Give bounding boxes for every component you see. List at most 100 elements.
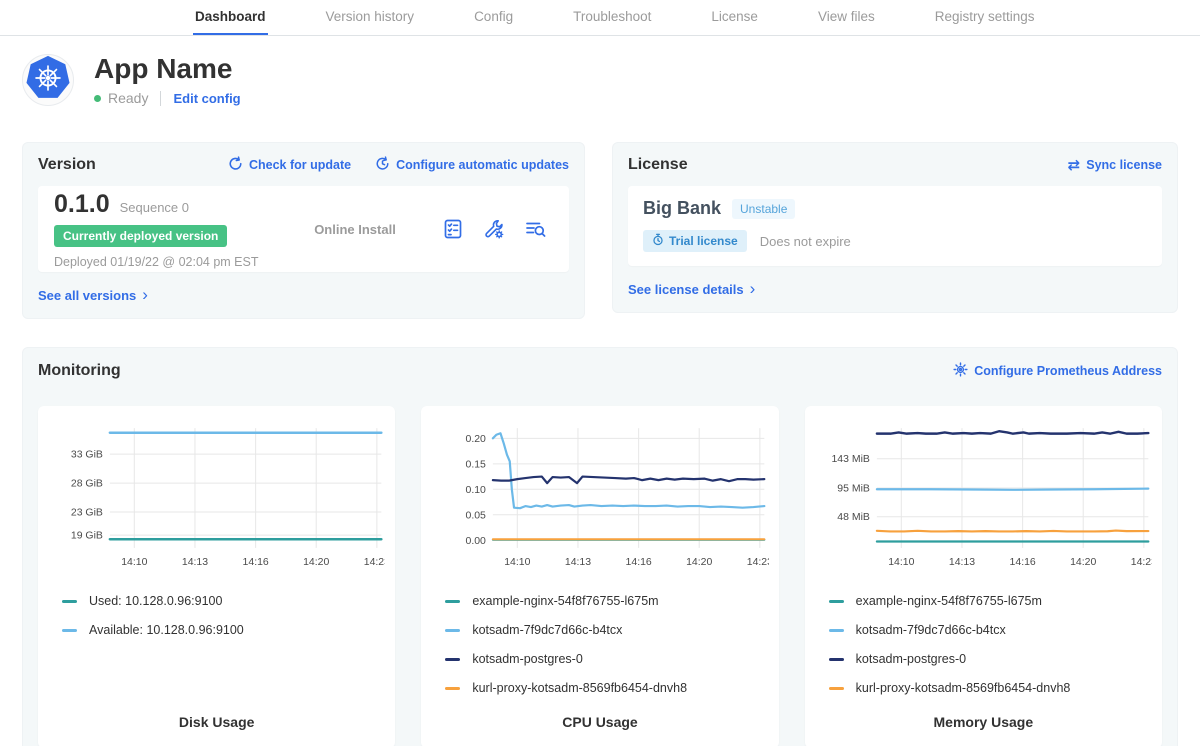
svg-text:14:10: 14:10 <box>888 557 914 568</box>
app-logo <box>22 54 74 106</box>
svg-text:23 GiB: 23 GiB <box>71 508 103 519</box>
svg-text:0.00: 0.00 <box>466 536 487 547</box>
kubernetes-icon <box>25 54 71 107</box>
divider <box>160 91 161 106</box>
svg-text:0.10: 0.10 <box>466 485 487 496</box>
gear-icon <box>953 362 968 380</box>
preflight-checks-icon[interactable] <box>441 217 465 241</box>
legend-item: Used: 10.128.0.96:9100 <box>62 594 385 608</box>
tab-view-files[interactable]: View files <box>816 0 877 35</box>
app-header: App Name Ready Edit config <box>0 36 1200 106</box>
legend-color-swatch <box>829 629 844 632</box>
sync-license-link[interactable]: ⇄ Sync license <box>1068 158 1162 173</box>
legend-item: kurl-proxy-kotsadm-8569fb6454-dnvh8 <box>829 681 1152 695</box>
tab-config[interactable]: Config <box>472 0 515 35</box>
legend-item: kotsadm-postgres-0 <box>829 652 1152 666</box>
legend-color-swatch <box>829 658 844 661</box>
disk-usage-card: 14:10 14:13 14:16 14:20 14:23 33 GiB 28 GiB 23 … <box>38 406 395 746</box>
svg-text:14:20: 14:20 <box>1070 557 1096 568</box>
svg-text:14:16: 14:16 <box>626 557 652 568</box>
cpu-usage-card: 14:1014:1314:1614:2014:230.200.150.100.0… <box>421 406 778 746</box>
svg-text:0.15: 0.15 <box>466 460 487 471</box>
chart-title: Memory Usage <box>815 714 1152 736</box>
clock-rotate-icon <box>375 156 390 174</box>
chart-title: Disk Usage <box>48 714 385 736</box>
disk-usage-legend: Used: 10.128.0.96:9100 Available: 10.128… <box>48 594 385 637</box>
legend-color-swatch <box>445 600 460 603</box>
sync-arrows-icon: ⇄ <box>1068 158 1081 173</box>
svg-text:33 GiB: 33 GiB <box>71 450 103 461</box>
legend-item: example-nginx-54f8f76755-l675m <box>829 594 1152 608</box>
legend-item: Available: 10.128.0.96:9100 <box>62 623 385 637</box>
check-for-update-link[interactable]: Check for update <box>228 156 351 174</box>
expiry-text: Does not expire <box>760 234 851 249</box>
svg-text:14:13: 14:13 <box>949 557 975 568</box>
legend-color-swatch <box>829 687 844 690</box>
legend-color-swatch <box>829 600 844 603</box>
svg-text:95 MiB: 95 MiB <box>837 484 870 495</box>
chart-title: CPU Usage <box>431 714 768 736</box>
configure-automatic-updates-link[interactable]: Configure automatic updates <box>375 156 569 174</box>
tab-registry-settings[interactable]: Registry settings <box>933 0 1037 35</box>
tab-license[interactable]: License <box>709 0 760 35</box>
chevron-right-icon: › <box>142 286 148 303</box>
tab-troubleshoot[interactable]: Troubleshoot <box>571 0 653 35</box>
sequence-label: Sequence 0 <box>120 200 189 215</box>
svg-text:14:20: 14:20 <box>686 557 712 568</box>
customer-name: Big Bank <box>643 198 721 219</box>
install-type-label: Online Install <box>269 222 441 237</box>
channel-badge: Unstable <box>732 199 795 219</box>
legend-color-swatch <box>445 658 460 661</box>
memory-usage-legend: example-nginx-54f8f76755-l675m kotsadm-7… <box>815 594 1152 695</box>
svg-text:48 MiB: 48 MiB <box>837 513 870 524</box>
svg-text:143 MiB: 143 MiB <box>831 455 869 466</box>
edit-config-link[interactable]: Edit config <box>173 91 240 106</box>
license-card-title: License <box>628 156 688 174</box>
deploy-logs-icon[interactable] <box>523 217 547 241</box>
license-card: License ⇄ Sync license Big Bank Unstable <box>612 142 1178 313</box>
top-nav: Dashboard Version history Config Trouble… <box>0 0 1200 36</box>
monitoring-title: Monitoring <box>38 362 121 380</box>
deployed-timestamp: Deployed 01/19/22 @ 02:04 pm EST <box>54 255 269 269</box>
legend-color-swatch <box>62 600 77 603</box>
svg-text:28 GiB: 28 GiB <box>71 479 103 490</box>
chevron-right-icon: › <box>750 280 756 297</box>
svg-text:14:13: 14:13 <box>182 557 208 568</box>
version-number: 0.1.0 <box>54 190 110 219</box>
svg-text:14:13: 14:13 <box>565 557 591 568</box>
trial-license-badge: Trial license <box>643 230 747 252</box>
version-card: Version Check for update <box>22 142 585 319</box>
svg-text:19 GiB: 19 GiB <box>71 531 103 542</box>
edit-config-wrench-icon[interactable] <box>482 217 506 241</box>
tab-version-history[interactable]: Version history <box>324 0 417 35</box>
tab-dashboard[interactable]: Dashboard <box>193 0 268 35</box>
monitoring-section: Monitoring Configure Prometheus Address … <box>22 347 1178 746</box>
legend-item: kotsadm-7f9dc7d66c-b4tcx <box>829 623 1152 637</box>
version-card-title: Version <box>38 156 96 174</box>
see-license-details-link[interactable]: See license details › <box>628 282 755 297</box>
refresh-icon <box>228 156 243 174</box>
legend-item: kotsadm-7f9dc7d66c-b4tcx <box>445 623 768 637</box>
svg-text:14:23: 14:23 <box>747 557 769 568</box>
cpu-usage-chart: 14:1014:1314:1614:2014:230.200.150.100.0… <box>431 420 768 578</box>
svg-text:14:16: 14:16 <box>1009 557 1035 568</box>
legend-item: kotsadm-postgres-0 <box>445 652 768 666</box>
memory-usage-chart: 14:1014:1314:1614:2014:23143 MiB95 MiB48… <box>815 420 1152 578</box>
legend-color-swatch <box>62 629 77 632</box>
svg-text:14:23: 14:23 <box>364 557 386 568</box>
status-text: Ready <box>108 90 148 106</box>
status-dot <box>94 95 101 102</box>
svg-text:0.05: 0.05 <box>466 511 487 522</box>
legend-item: kurl-proxy-kotsadm-8569fb6454-dnvh8 <box>445 681 768 695</box>
memory-usage-card: 14:1014:1314:1614:2014:23143 MiB95 MiB48… <box>805 406 1162 746</box>
configure-prometheus-link[interactable]: Configure Prometheus Address <box>953 362 1162 380</box>
stopwatch-icon <box>652 233 664 249</box>
legend-color-swatch <box>445 629 460 632</box>
page-title: App Name <box>94 54 241 83</box>
see-all-versions-link[interactable]: See all versions › <box>38 288 148 303</box>
disk-usage-chart: 14:10 14:13 14:16 14:20 14:23 33 GiB 28 GiB 23 … <box>48 420 385 578</box>
svg-text:14:10: 14:10 <box>121 557 147 568</box>
legend-color-swatch <box>445 687 460 690</box>
svg-text:14:16: 14:16 <box>243 557 269 568</box>
svg-text:14:20: 14:20 <box>303 557 329 568</box>
